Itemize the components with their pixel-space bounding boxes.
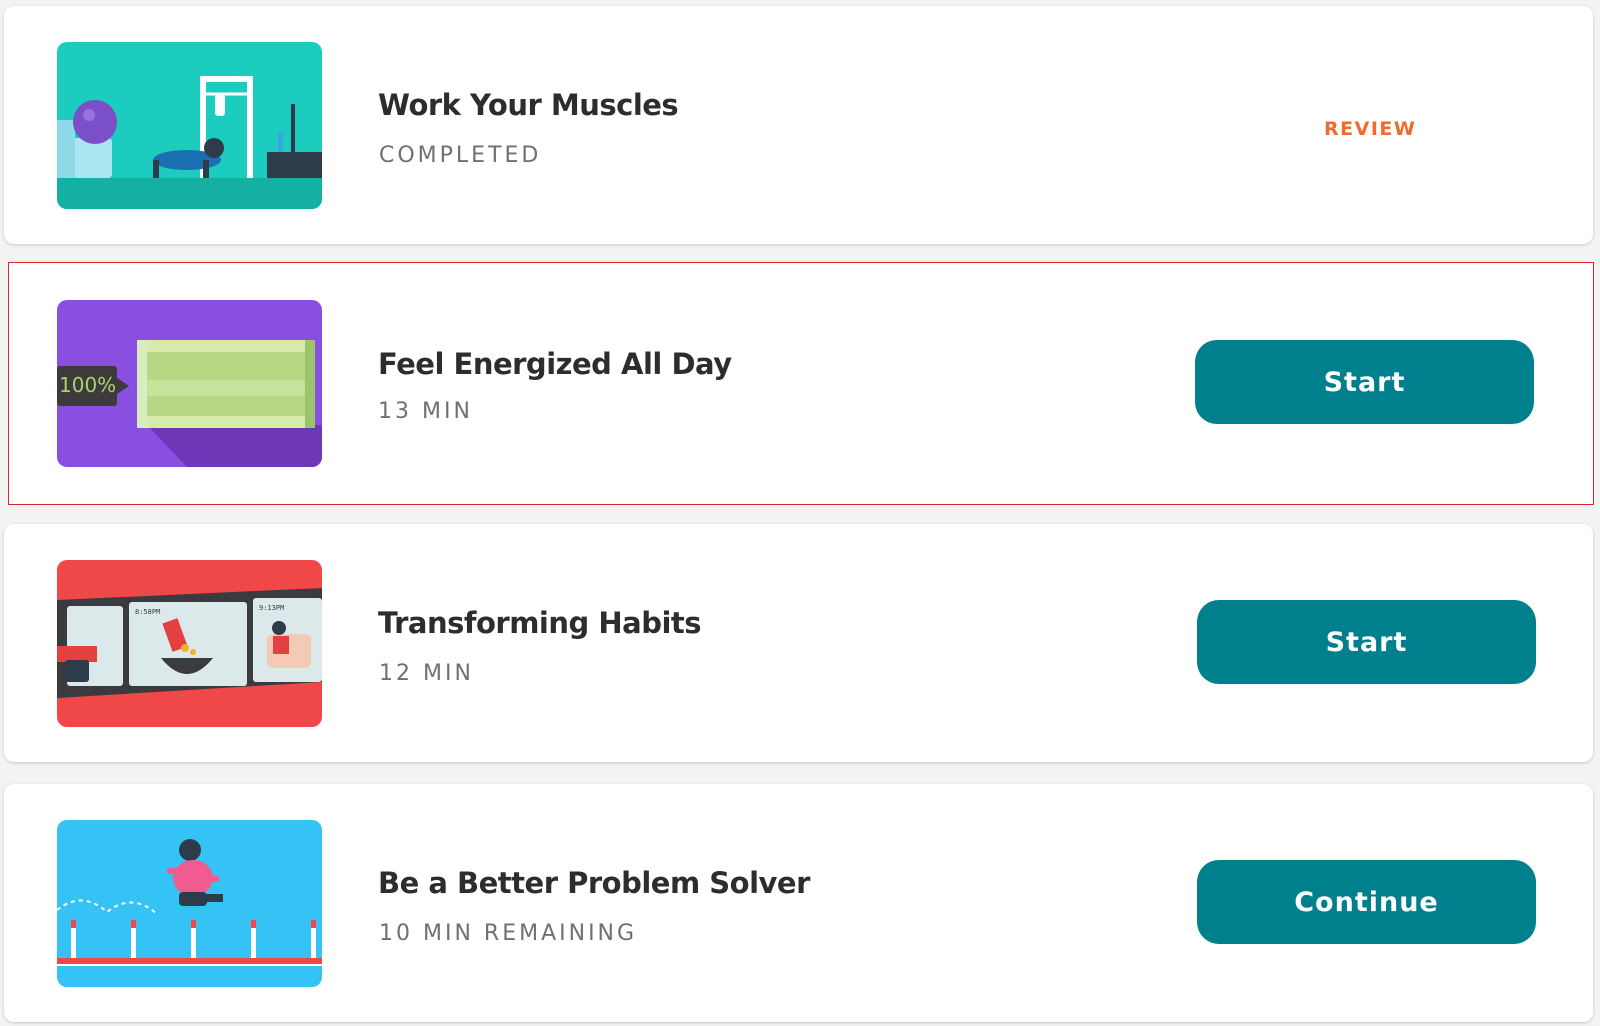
start-button[interactable]: Start [1197,600,1536,684]
lesson-card-work-your-muscles[interactable]: Work Your Muscles COMPLETED REVIEW [4,6,1593,244]
lesson-list: Work Your Muscles COMPLETED REVIEW 100% [0,0,1600,1026]
review-link[interactable]: REVIEW [1324,118,1416,140]
lesson-card-transforming-habits[interactable]: 8:58PM 9:13PM Transforming Habits 12 MIN… [4,524,1593,762]
hurdle-jump-image [57,820,322,987]
lesson-card-feel-energized[interactable]: 100% Feel Energized All Day 13 MIN Start [8,262,1594,505]
lesson-card-problem-solver[interactable]: Be a Better Problem Solver 10 MIN REMAIN… [4,784,1593,1022]
lesson-duration: 12 MIN [379,661,474,686]
hurdle-jump-illustration [57,820,322,987]
workout-room-image [57,42,322,209]
continue-button[interactable]: Continue [1197,860,1536,944]
workout-room-illustration [57,42,322,209]
frame-time-label-1: 8:58PM [135,608,160,616]
lesson-duration: 13 MIN [378,399,473,424]
lesson-title: Feel Energized All Day [378,347,732,381]
battery-image: 100% [57,300,322,467]
film-strip-image: 8:58PM 9:13PM [57,560,322,727]
start-button[interactable]: Start [1195,340,1534,424]
lesson-status: COMPLETED [379,143,542,168]
lesson-remaining: 10 MIN REMAINING [379,921,638,946]
battery-percent-label: 100% [59,373,116,397]
film-strip-illustration: 8:58PM 9:13PM [57,560,322,727]
lesson-title: Be a Better Problem Solver [378,866,810,900]
frame-time-label-2: 9:13PM [259,604,284,612]
lesson-title: Work Your Muscles [378,88,679,122]
battery-illustration: 100% [57,300,322,467]
lesson-title: Transforming Habits [378,606,702,640]
